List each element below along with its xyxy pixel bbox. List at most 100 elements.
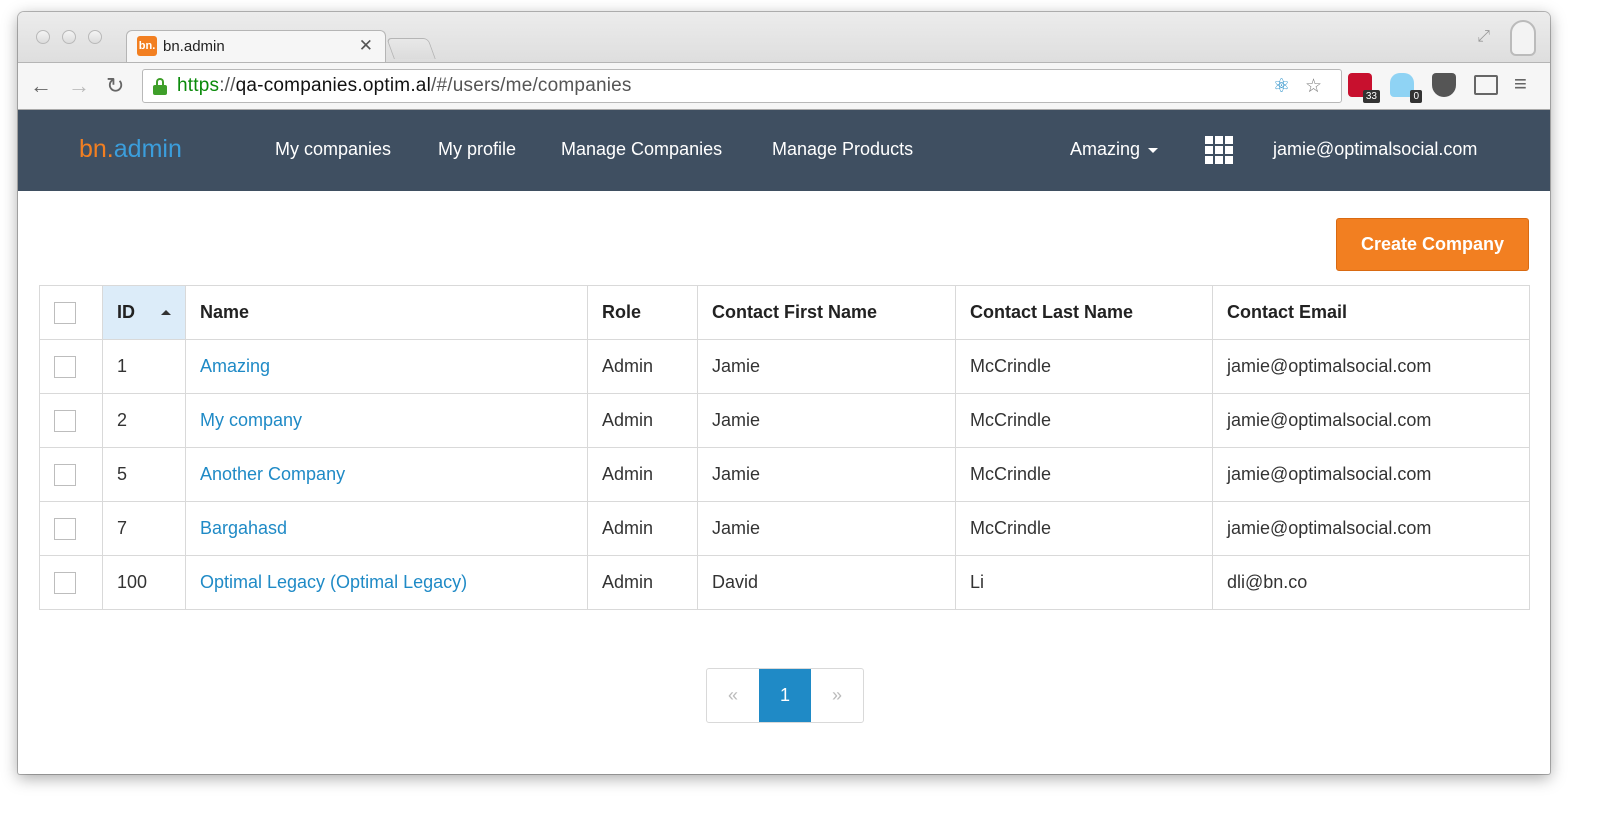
nav-my-companies[interactable]: My companies bbox=[275, 139, 391, 160]
user-email-link[interactable]: jamie@optimalsocial.com bbox=[1273, 139, 1477, 160]
sort-ascending-icon bbox=[161, 310, 171, 315]
cell-last-name: Li bbox=[955, 555, 1213, 610]
bubble-extension-icon[interactable]: ⚛ bbox=[1273, 75, 1290, 98]
row-select-cell bbox=[39, 393, 103, 448]
favicon-icon: bn. bbox=[137, 36, 157, 56]
table-row: 5 Another Company Admin Jamie McCrindle jamie… bbox=[39, 447, 1530, 502]
cell-last-name: McCrindle bbox=[955, 339, 1213, 394]
cell-email: jamie@optimalsocial.com bbox=[1212, 339, 1530, 394]
cell-email: jamie@optimalsocial.com bbox=[1212, 501, 1530, 556]
company-link[interactable]: Amazing bbox=[200, 356, 270, 376]
cell-name: Another Company bbox=[185, 447, 588, 502]
profile-icon[interactable] bbox=[1510, 20, 1536, 56]
row-checkbox[interactable] bbox=[54, 409, 76, 432]
cell-id: 100 bbox=[102, 555, 186, 610]
close-window-button[interactable] bbox=[36, 30, 50, 44]
cell-email: jamie@optimalsocial.com bbox=[1212, 393, 1530, 448]
column-header-name[interactable]: Name bbox=[185, 285, 588, 340]
fullscreen-icon[interactable]: ⤢ bbox=[1477, 28, 1490, 46]
row-checkbox[interactable] bbox=[54, 517, 76, 540]
cell-name: Amazing bbox=[185, 339, 588, 394]
column-header-contact-email[interactable]: Contact Email bbox=[1212, 285, 1530, 340]
url-text: https://qa-companies.optim.al/#/users/me… bbox=[177, 75, 632, 96]
cell-last-name: McCrindle bbox=[955, 501, 1213, 556]
cell-email: dli@bn.co bbox=[1212, 555, 1530, 610]
cell-first-name: Jamie bbox=[697, 447, 956, 502]
create-company-button[interactable]: Create Company bbox=[1336, 218, 1529, 271]
pagination-next[interactable]: » bbox=[811, 669, 863, 722]
table-row: 7 Bargahasd Admin Jamie McCrindle jamie@optim… bbox=[39, 501, 1530, 556]
caret-down-icon bbox=[1148, 147, 1159, 153]
cell-first-name: Jamie bbox=[697, 501, 956, 556]
company-dropdown[interactable]: Amazing bbox=[1070, 139, 1159, 160]
cell-name: My company bbox=[185, 393, 588, 448]
cell-name: Bargahasd bbox=[185, 501, 588, 556]
pagination-page-1[interactable]: 1 bbox=[759, 669, 811, 722]
company-link[interactable]: Another Company bbox=[200, 464, 345, 484]
cell-role: Admin bbox=[587, 447, 698, 502]
tab-strip: bn. bn.admin ✕ ⤢ bbox=[18, 12, 1550, 62]
nav-manage-products[interactable]: Manage Products bbox=[772, 139, 913, 160]
menu-icon[interactable]: ≡ bbox=[1514, 71, 1527, 97]
row-select-cell bbox=[39, 447, 103, 502]
forward-arrow-icon[interactable]: → bbox=[68, 73, 90, 99]
cell-id: 1 bbox=[102, 339, 186, 394]
table-body: 1 Amazing Admin Jamie McCrindle jamie@optimal… bbox=[39, 339, 1530, 610]
nav-my-profile[interactable]: My profile bbox=[438, 139, 516, 160]
cast-icon[interactable] bbox=[1474, 75, 1498, 95]
lock-icon bbox=[153, 78, 167, 95]
apps-grid-icon[interactable] bbox=[1205, 136, 1233, 164]
row-select-cell bbox=[39, 501, 103, 556]
companies-table: ID Name Role Contact First Name Contact … bbox=[39, 285, 1530, 610]
column-header-contact-first-name[interactable]: Contact First Name bbox=[697, 285, 956, 340]
cell-id: 5 bbox=[102, 447, 186, 502]
cell-role: Admin bbox=[587, 393, 698, 448]
address-bar[interactable]: https://qa-companies.optim.al/#/users/me… bbox=[142, 69, 1342, 103]
brand-logo[interactable]: bn.admin bbox=[79, 135, 182, 164]
cell-role: Admin bbox=[587, 501, 698, 556]
row-checkbox[interactable] bbox=[54, 571, 76, 594]
cell-email: jamie@optimalsocial.com bbox=[1212, 447, 1530, 502]
column-header-role[interactable]: Role bbox=[587, 285, 698, 340]
row-select-cell bbox=[39, 555, 103, 610]
company-link[interactable]: My company bbox=[200, 410, 302, 430]
column-header-id[interactable]: ID bbox=[102, 285, 186, 340]
row-checkbox[interactable] bbox=[54, 355, 76, 378]
ghostery-icon[interactable]: 0 bbox=[1390, 73, 1422, 103]
cell-name: Optimal Legacy (Optimal Legacy) bbox=[185, 555, 588, 610]
minimize-window-button[interactable] bbox=[62, 30, 76, 44]
cell-last-name: McCrindle bbox=[955, 393, 1213, 448]
select-all-checkbox[interactable] bbox=[54, 301, 76, 324]
nav-manage-companies[interactable]: Manage Companies bbox=[561, 139, 722, 160]
tab-title: bn.admin bbox=[163, 38, 225, 55]
browser-window: bn. bn.admin ✕ ⤢ ← → ↻ https://qa-compan… bbox=[18, 12, 1550, 774]
tab-close-icon[interactable]: ✕ bbox=[359, 36, 373, 56]
bookmark-star-icon[interactable]: ☆ bbox=[1305, 75, 1322, 98]
zoom-window-button[interactable] bbox=[88, 30, 102, 44]
cell-role: Admin bbox=[587, 339, 698, 394]
table-row: 100 Optimal Legacy (Optimal Legacy) Admin D… bbox=[39, 555, 1530, 610]
reload-icon[interactable]: ↻ bbox=[106, 73, 124, 99]
column-header-contact-last-name[interactable]: Contact Last Name bbox=[955, 285, 1213, 340]
cell-role: Admin bbox=[587, 555, 698, 610]
select-all-cell bbox=[39, 285, 103, 340]
cell-first-name: Jamie bbox=[697, 339, 956, 394]
table-row: 2 My company Admin Jamie McCrindle jamie@opti… bbox=[39, 393, 1530, 448]
cell-first-name: David bbox=[697, 555, 956, 610]
new-tab-button[interactable] bbox=[386, 38, 436, 59]
pagination-prev[interactable]: « bbox=[707, 669, 759, 722]
company-link[interactable]: Optimal Legacy (Optimal Legacy) bbox=[200, 572, 467, 592]
app-navbar: bn.admin My companies My profile Manage … bbox=[18, 110, 1550, 191]
table-row: 1 Amazing Admin Jamie McCrindle jamie@optimal… bbox=[39, 339, 1530, 394]
row-checkbox[interactable] bbox=[54, 463, 76, 486]
cell-id: 2 bbox=[102, 393, 186, 448]
lastpass-icon[interactable]: 33 bbox=[1348, 73, 1380, 103]
pocket-icon[interactable] bbox=[1432, 73, 1456, 97]
company-link[interactable]: Bargahasd bbox=[200, 518, 287, 538]
cell-id: 7 bbox=[102, 501, 186, 556]
back-arrow-icon[interactable]: ← bbox=[30, 73, 52, 99]
browser-toolbar: ← → ↻ https://qa-companies.optim.al/#/us… bbox=[18, 62, 1550, 110]
table-header-row: ID Name Role Contact First Name Contact … bbox=[39, 285, 1530, 340]
cell-last-name: McCrindle bbox=[955, 447, 1213, 502]
browser-tab[interactable]: bn. bn.admin ✕ bbox=[126, 30, 386, 62]
